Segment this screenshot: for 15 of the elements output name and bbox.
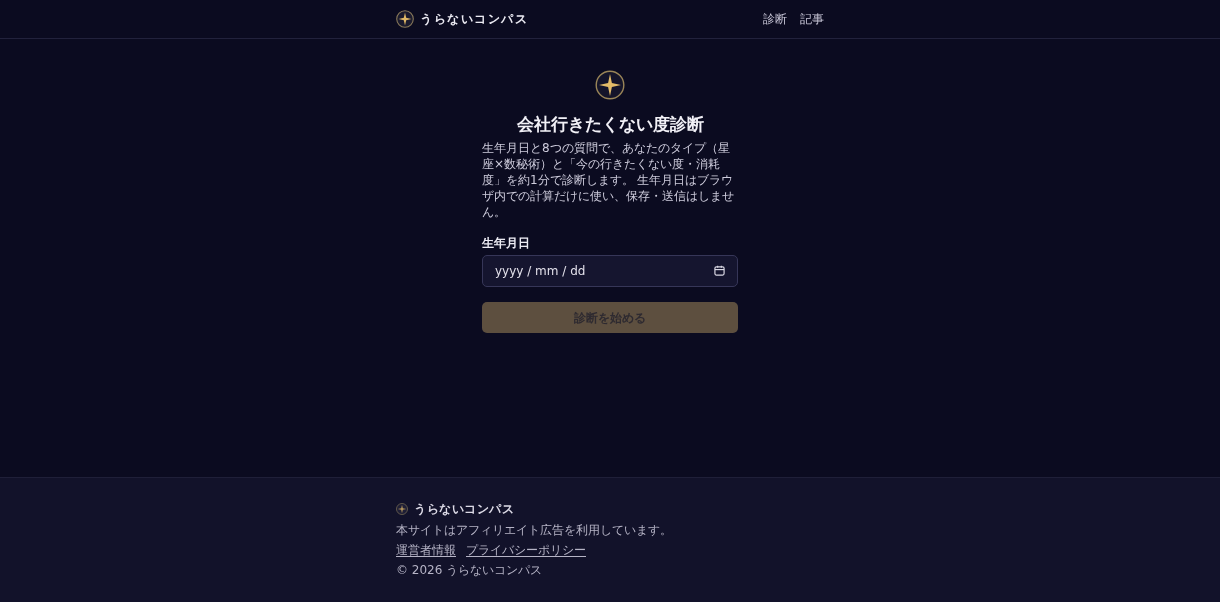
copyright-text: © 2026 うらないコンパス [396,562,544,578]
description-text: 生年月日と8つの質問で、あなたのタイプ（星座×数秘術）と「今の行きたくない度・消耗度」を約1分で診断します。 生年月日はブラウザ内での計算だけに使い、保存・送信はしません。 [482,140,735,220]
nav-link[interactable]: 診断 [763,10,787,28]
footer-link[interactable]: プライバシーポリシー [466,542,586,558]
field-label: 生年月日 [482,236,531,251]
footer-logo-text[interactable]: うらないコンパス [414,500,514,518]
calendar-icon[interactable] [714,265,725,276]
page-title: 会社行きたくない度診断 [515,113,705,136]
footer-link[interactable]: 運営者情報 [396,542,456,558]
site-logo-text[interactable]: うらないコンパス [420,10,528,28]
affiliate-notice: 本サイトはアフィリエイト広告を利用しています。 [396,522,673,538]
compass-star-icon [396,10,414,28]
compass-star-icon [396,503,408,515]
date-field[interactable]: yyyy / mm / dd [482,255,738,287]
nav-link[interactable]: 記事 [800,10,824,28]
